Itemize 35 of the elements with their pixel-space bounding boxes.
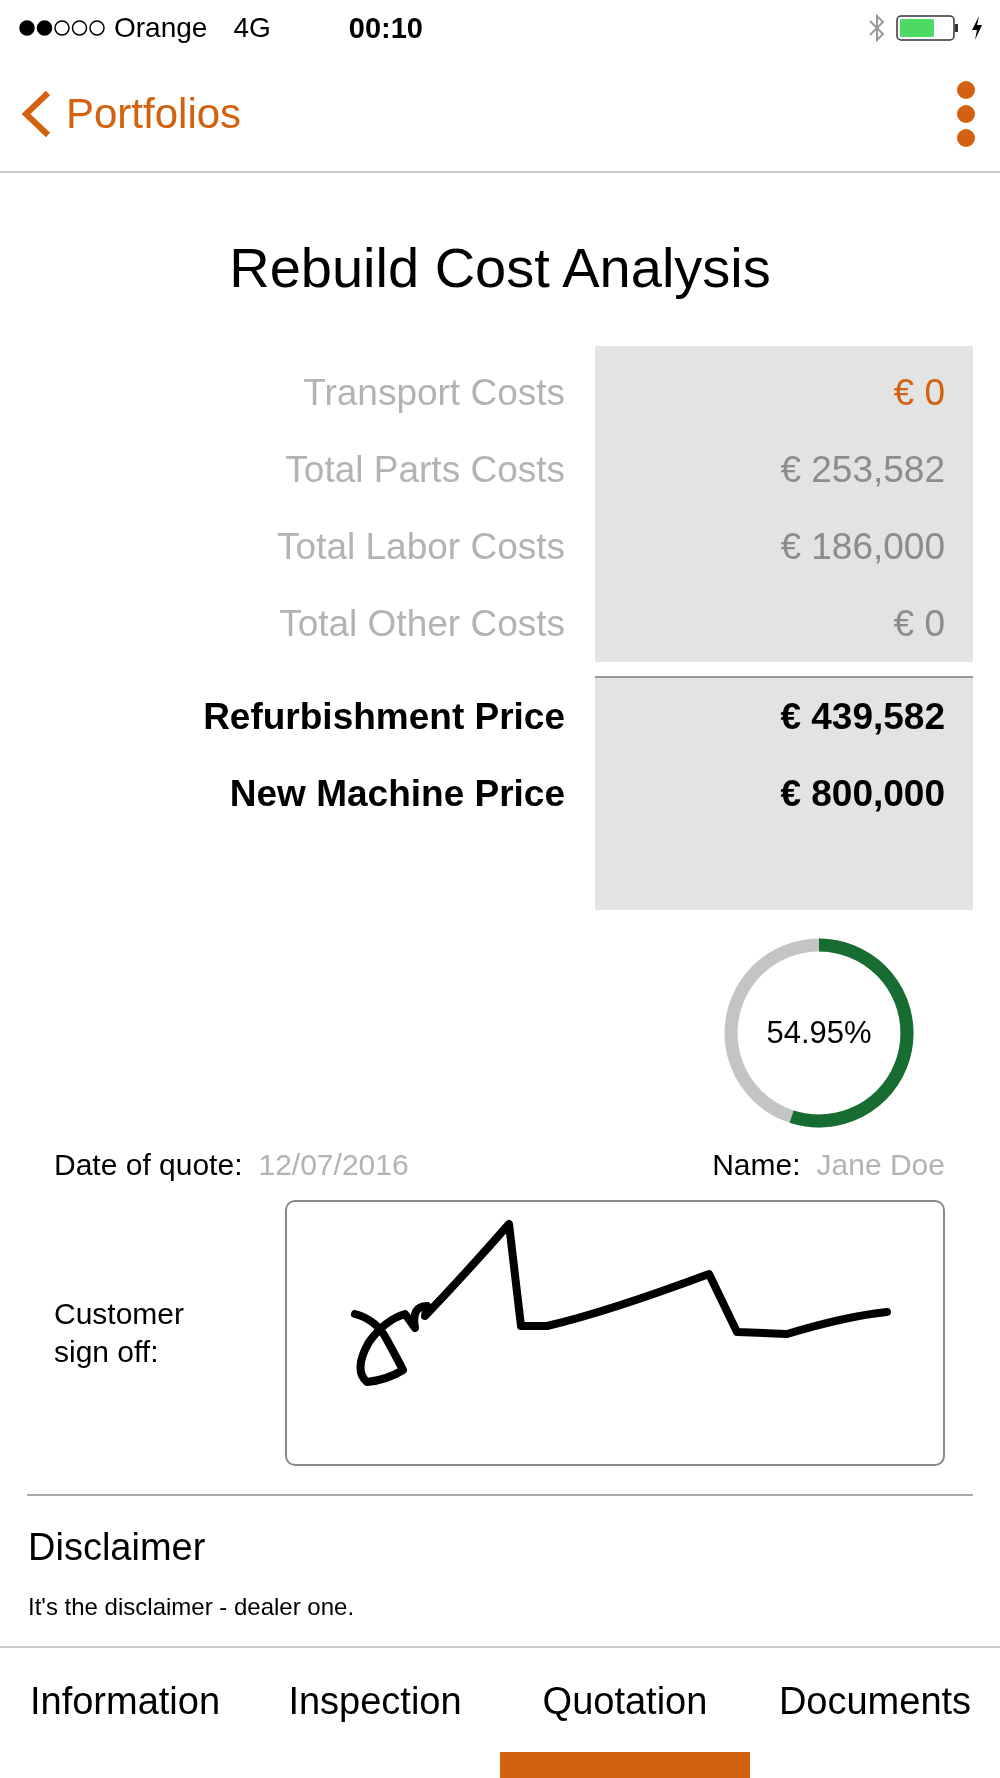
cost-label: Refurbishment Price — [202, 695, 566, 739]
charging-icon — [970, 15, 984, 41]
name-value: Jane Doe — [816, 1148, 945, 1182]
cost-label: Total Parts Costs — [284, 448, 566, 492]
back-button[interactable]: Portfolios — [20, 88, 242, 139]
more-icon[interactable] — [956, 79, 976, 148]
disclaimer-text: It's the disclaimer - dealer one. — [28, 1593, 356, 1621]
cost-label: Transport Costs — [302, 371, 566, 415]
battery-icon — [896, 14, 960, 42]
cost-value: € 0 — [595, 585, 973, 662]
signal-icon — [18, 19, 106, 37]
tab[interactable]: Documents — [750, 1648, 1000, 1778]
chevron-left-icon — [20, 88, 52, 139]
tab[interactable]: Quotation — [500, 1648, 750, 1778]
name-label: Name: — [712, 1148, 801, 1182]
bluetooth-icon — [868, 13, 886, 43]
cost-value: € 800,000 — [595, 755, 973, 910]
carrier-name: Orange — [114, 12, 208, 44]
page-title: Rebuild Cost Analysis — [228, 235, 772, 300]
cost-value: € 439,582 — [595, 676, 973, 755]
clock-time: 00:10 — [348, 11, 423, 45]
disclaimer-heading: Disclaimer — [28, 1526, 207, 1569]
signature-label: Customer sign off: — [54, 1296, 186, 1370]
cost-label: New Machine Price — [228, 772, 566, 816]
cost-label: Total Labor Costs — [276, 525, 566, 569]
tab[interactable]: Inspection — [250, 1648, 500, 1778]
date-label: Date of quote: — [54, 1148, 243, 1182]
tab[interactable]: Information — [0, 1648, 250, 1778]
cost-label: Total Other Costs — [278, 602, 566, 646]
cost-value: € 186,000 — [595, 508, 973, 585]
date-value: 12/07/2016 — [258, 1148, 409, 1182]
ratio-percentage: 54.95% — [766, 1015, 872, 1051]
cost-value: € 253,582 — [595, 431, 973, 508]
signature-pad[interactable] — [285, 1200, 945, 1466]
network-type: 4G — [233, 12, 271, 44]
